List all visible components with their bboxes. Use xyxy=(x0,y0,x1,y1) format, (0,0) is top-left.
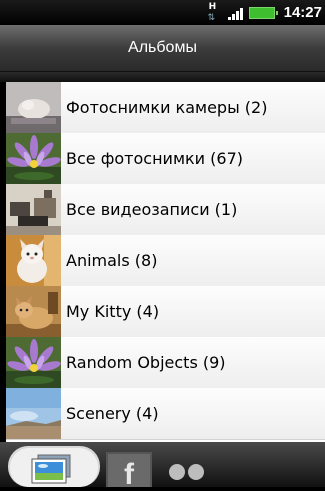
tab-albums[interactable] xyxy=(8,442,100,487)
bottom-tab-bar: f xyxy=(0,442,325,491)
album-label: Animals (8) xyxy=(66,251,158,270)
status-clock: 14:27 xyxy=(283,4,322,21)
page-title: Альбомы xyxy=(0,25,325,72)
data-network-icon: H ⇅ xyxy=(207,1,217,23)
album-list[interactable]: Фотоснимки камеры (2) Все фотоснимки (67… xyxy=(6,82,325,442)
album-row-all-videos[interactable]: Все видеозаписи (1) xyxy=(6,184,325,236)
all-videos-album-thumbnail xyxy=(6,184,61,235)
random-objects-album-thumbnail xyxy=(6,337,61,388)
album-row-my-kitty[interactable]: My Kitty (4) xyxy=(6,286,325,338)
flickr-icon xyxy=(169,464,204,480)
scenery-album-thumbnail xyxy=(6,388,61,439)
my-kitty-album-thumbnail xyxy=(6,286,61,337)
album-row-all-photos[interactable]: Все фотоснимки (67) xyxy=(6,133,325,185)
battery-icon xyxy=(248,6,278,19)
album-row-random-objects[interactable]: Random Objects (9) xyxy=(6,337,325,389)
animals-album-thumbnail xyxy=(6,235,61,286)
album-label: Все фотоснимки (67) xyxy=(66,149,243,168)
album-row-camera[interactable]: Фотоснимки камеры (2) xyxy=(6,82,325,134)
album-row-scenery[interactable]: Scenery (4) xyxy=(6,388,325,440)
album-row-animals[interactable]: Animals (8) xyxy=(6,235,325,287)
album-label: Random Objects (9) xyxy=(66,353,226,372)
album-label: Scenery (4) xyxy=(66,404,159,423)
album-label: My Kitty (4) xyxy=(66,302,160,321)
album-label: Все видеозаписи (1) xyxy=(66,200,238,219)
tab-flickr[interactable] xyxy=(160,442,220,487)
title-shadow xyxy=(0,72,325,82)
camera-album-thumbnail xyxy=(6,82,61,133)
signal-strength-icon xyxy=(227,6,244,20)
status-bar: H ⇅ 14:27 xyxy=(0,0,325,25)
album-label: Фотоснимки камеры (2) xyxy=(66,98,268,117)
tab-facebook[interactable]: f xyxy=(104,442,154,491)
facebook-icon: f xyxy=(124,458,135,487)
all-photos-album-thumbnail xyxy=(6,133,61,184)
